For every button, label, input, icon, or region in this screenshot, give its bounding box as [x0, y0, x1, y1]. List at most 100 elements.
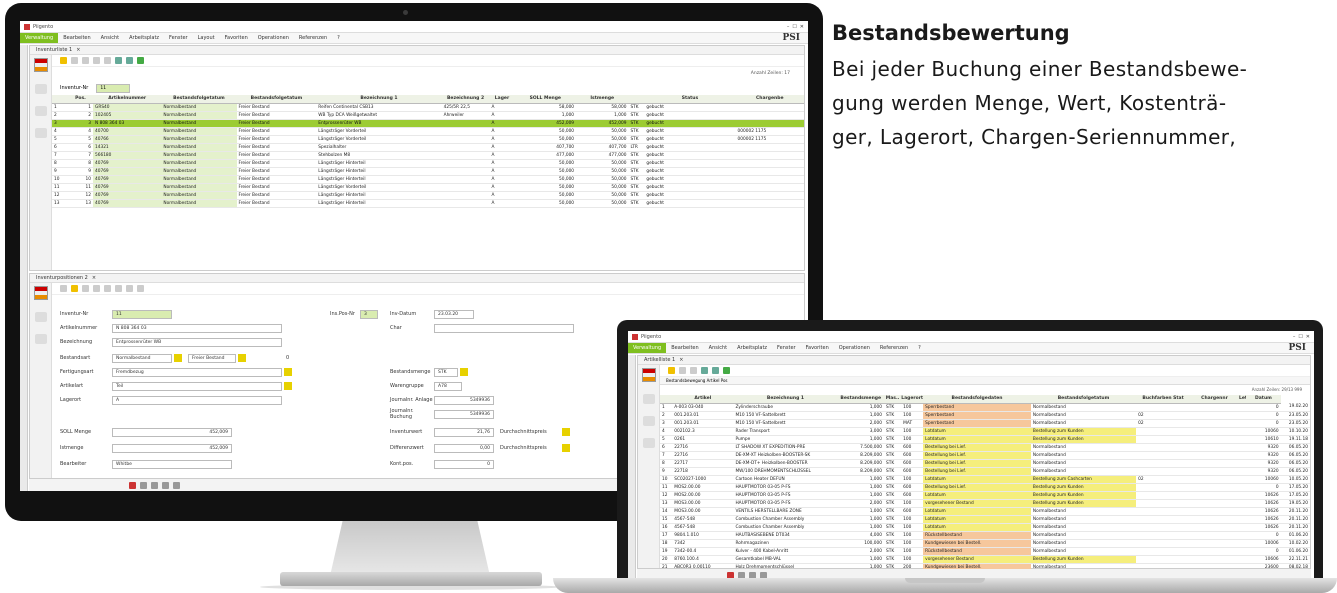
menu-item[interactable]: Operationen [834, 343, 875, 353]
tab-artikelliste[interactable]: Artikelliste 1 × [638, 356, 1310, 365]
toolbar-icon[interactable] [140, 481, 147, 489]
menu-item[interactable]: Layout [193, 33, 220, 43]
star-icon[interactable] [60, 57, 67, 64]
inventur-nr-field[interactable]: 11 [112, 309, 172, 319]
table-row[interactable]: 13 MOS3.00.00 HAUPTMOTOR 03-05 P-FS 2,000 ST… [660, 499, 1310, 508]
next-icon[interactable] [93, 57, 100, 64]
menu-item[interactable]: Verwaltung [20, 33, 59, 43]
column-header[interactable]: Buchfarben Stat [1136, 395, 1190, 404]
column-header[interactable]: Chargennr [1190, 395, 1239, 404]
column-header[interactable]: Bestandsfolgetatum [1030, 395, 1137, 404]
toolbar-icon[interactable] [151, 481, 158, 489]
table-row[interactable]: 5 5 40766 Normalbestand Freier Bestand Längst… [52, 135, 804, 144]
lookup-button[interactable] [238, 354, 246, 362]
maximize-icon[interactable]: ☐ [1298, 334, 1302, 340]
bestandsart-field[interactable]: Normalbestand [112, 353, 172, 363]
table-row[interactable]: 2 2 102405 Normalbestand Freier Bestand WB Ty… [52, 111, 804, 120]
column-header[interactable]: Istmenge [576, 95, 629, 104]
inventurwert-field[interactable]: 21,76 [434, 427, 494, 437]
close-icon[interactable]: ✕ [1306, 334, 1310, 340]
table-row[interactable]: 17 9804.1.010 HAUTBASISEBENE DT034 4,000 STK… [660, 531, 1310, 540]
first-icon[interactable] [679, 367, 686, 374]
nav-link-icon[interactable] [643, 416, 655, 426]
table-row[interactable]: 13 13 40769 Normalbestand Freier Bestand Läng… [52, 199, 804, 208]
column-header[interactable]: Bezeichnung 1 [316, 95, 442, 104]
menu-item[interactable]: Favoriten [801, 343, 834, 353]
fertigungsart-field[interactable]: Fremdbezug [112, 367, 282, 377]
lookup-button[interactable] [174, 354, 182, 362]
column-header[interactable]: SOLL Menge [514, 95, 577, 104]
nav-doc-icon[interactable] [35, 128, 47, 138]
lookup-button[interactable] [562, 444, 570, 452]
column-header[interactable]: Datum [1246, 395, 1281, 404]
minimize-icon[interactable]: – [1293, 334, 1296, 340]
table-row[interactable]: 9 9 40769 Normalbestand Freier Bestand Längst… [52, 167, 804, 176]
table-row[interactable]: 16 4567-548 Combustion Chamber Assembly 1,0… [660, 523, 1310, 532]
menu-item[interactable]: Bearbeiten [58, 33, 95, 43]
table-row[interactable]: 8 22717 DE-XM-DT+ Heizkolben-BOOSTER 8.209,… [660, 459, 1310, 468]
column-header[interactable]: Bestandsfolgedaten [923, 395, 1031, 404]
table-row[interactable]: 8 8 40769 Normalbestand Freier Bestand Längst… [52, 159, 804, 168]
bestandsmenge-field[interactable]: STK [434, 367, 458, 377]
lookup-button[interactable] [562, 428, 570, 436]
edit-icon[interactable] [60, 285, 67, 292]
close-tab-icon[interactable]: × [679, 357, 683, 363]
nav-link-icon[interactable] [35, 106, 47, 116]
minimize-icon[interactable]: – [787, 24, 790, 30]
filter-icon[interactable] [712, 367, 719, 374]
save-icon[interactable] [137, 285, 144, 292]
grid-icon[interactable] [115, 57, 122, 64]
table-row[interactable]: 1 1 GRS40 Normalbestand Freier Bestand Reifen… [52, 103, 804, 112]
column-header[interactable]: Artikelnummer [93, 95, 162, 104]
table-row[interactable]: 12 MOS2.00.00 HAUPTMOTOR 03-05 P-FS 1,000 ST… [660, 491, 1310, 500]
table-row[interactable]: 10 SC02027-1000 Cartoon Heater DEFUN 1,000 S… [660, 475, 1310, 484]
toolbar-icon[interactable] [129, 481, 136, 489]
nav-doc-icon[interactable] [643, 438, 655, 448]
table-row[interactable]: 6 6 14321 Normalbestand Freier Bestand Spezia… [52, 143, 804, 152]
first-icon[interactable] [93, 285, 100, 292]
table-row[interactable]: 11 MOS2.00.00 HAUPTMOTOR 03-05 P-FS 1,000 ST… [660, 483, 1310, 492]
table-row[interactable]: 20 8760.100.4 Gesamtkabel MB-VAL 1,000 STK 10… [660, 555, 1310, 564]
column-header[interactable]: Bestandsmenge [837, 395, 884, 404]
lookup-button[interactable] [284, 368, 292, 376]
column-header[interactable]: Bestandsfolgetatum [161, 95, 237, 104]
tab-inventurpositionen[interactable]: Inventurpositionen 2 × [30, 274, 804, 283]
menu-item[interactable]: Fenster [164, 33, 193, 43]
table-row[interactable]: 3 001.203.01 M10 150 VF-Sattelbrett 2,000 ST… [660, 419, 1310, 428]
last-icon[interactable] [126, 285, 133, 292]
next-icon[interactable] [115, 285, 122, 292]
table-row[interactable]: 14 MOS3.00.00 VENTILS HERSTELLBARE ZONE 1,0… [660, 507, 1310, 516]
tab-inventurliste[interactable]: Inventurliste 1 × [30, 46, 804, 55]
maximize-icon[interactable]: ☐ [792, 24, 796, 30]
bestand-status-field[interactable]: Freier Bestand [188, 353, 236, 363]
nav-up-icon[interactable] [643, 394, 655, 404]
column-header[interactable]: Lagerort [901, 395, 924, 404]
last-icon[interactable] [104, 57, 111, 64]
table-row[interactable]: 18 7342 Rohrmagazinen 100,000 STK 100 Kundgewi… [660, 539, 1310, 548]
menu-item[interactable]: Fenster [772, 343, 801, 353]
table-row[interactable]: 9 22718 MW/100 DREHMOMENTSCHLÜSSEL 8.209,00… [660, 467, 1310, 476]
excel-icon[interactable] [137, 57, 144, 64]
menu-item[interactable]: Verwaltung [628, 343, 667, 353]
bezeichnung-field[interactable]: Entprossenrüter WB [112, 337, 282, 347]
menu-item[interactable]: ? [913, 343, 926, 353]
kontpos-field[interactable]: 0 [434, 459, 494, 469]
toolbar-icon[interactable] [173, 481, 180, 489]
table-row[interactable]: 15 4567-548 Combustion Chamber Assembly 1,0… [660, 515, 1310, 524]
inv-datum-field[interactable]: 23.03.20 [434, 309, 474, 319]
column-header[interactable] [628, 95, 645, 104]
prev-icon[interactable] [104, 285, 111, 292]
journal-anlage-field[interactable]: 5349936 [434, 395, 494, 405]
first-icon[interactable] [71, 57, 78, 64]
close-tab-icon[interactable]: × [92, 275, 96, 281]
table-row[interactable]: 33N 808 364 03 Normalbestand Freier Bestan… [52, 119, 804, 128]
filter-icon[interactable] [126, 57, 133, 64]
menu-item[interactable]: Operationen [253, 33, 294, 43]
table-row[interactable]: 7 7 566180 Normalbestand Freier Bestand Stehb… [52, 151, 804, 160]
charge-field[interactable] [434, 323, 574, 333]
column-header[interactable]: Bezeichnung 2 [441, 95, 490, 104]
column-header[interactable]: Status [644, 95, 736, 104]
menu-item[interactable]: Referenzen [294, 33, 332, 43]
column-header[interactable]: Bestandsfolgetatum [236, 95, 317, 104]
table-row[interactable]: 1 A-003 03-040 Zylinderschraube 1,000 STK 100… [660, 403, 1310, 412]
